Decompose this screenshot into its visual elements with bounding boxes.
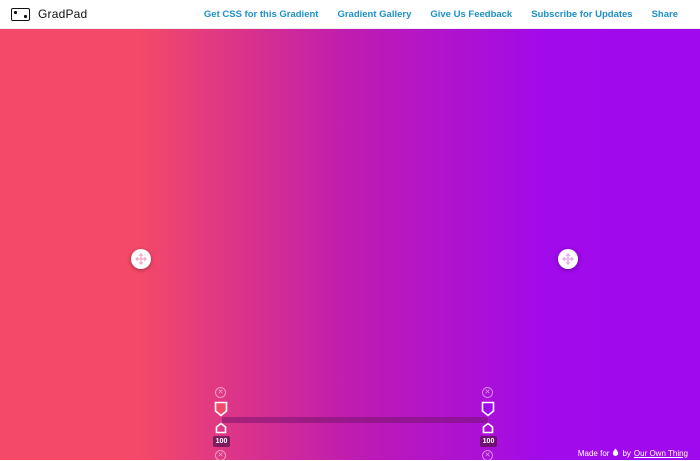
logo-icon — [11, 7, 30, 21]
move-icon — [562, 253, 574, 265]
remove-stop-icon[interactable]: ✕ — [482, 387, 493, 398]
gradient-end-handle[interactable] — [558, 249, 578, 269]
color-stop-track[interactable] — [222, 417, 488, 423]
stop-value[interactable]: 100 — [213, 436, 230, 447]
stop-value[interactable]: 100 — [480, 436, 497, 447]
gradient-canvas — [0, 29, 700, 460]
opacity-stop-marker[interactable] — [482, 422, 494, 434]
by-text: by — [622, 448, 631, 458]
top-bar: GradPad Get CSS for this Gradient Gradie… — [0, 0, 700, 29]
move-icon — [135, 253, 147, 265]
opacity-stop-marker[interactable] — [215, 422, 227, 434]
drop-icon — [612, 448, 619, 458]
subscribe-link[interactable]: Subscribe for Updates — [531, 9, 632, 20]
share-link[interactable]: Share — [652, 9, 678, 20]
app-name: GradPad — [38, 7, 88, 21]
remove-stop-icon[interactable]: ✕ — [215, 450, 226, 461]
our-own-thing-link[interactable]: Our Own Thing — [634, 449, 688, 458]
gradient-start-handle[interactable] — [131, 249, 151, 269]
feedback-link[interactable]: Give Us Feedback — [430, 9, 512, 20]
remove-stop-icon[interactable]: ✕ — [215, 387, 226, 398]
footer-credit: Made for by Our Own Thing — [578, 448, 688, 458]
color-stop-marker[interactable] — [481, 401, 495, 417]
get-css-link[interactable]: Get CSS for this Gradient — [204, 9, 319, 20]
remove-stop-icon[interactable]: ✕ — [482, 450, 493, 461]
main-nav: Get CSS for this Gradient Gradient Galle… — [204, 0, 700, 29]
logo[interactable]: GradPad — [11, 7, 87, 21]
color-stop-marker[interactable] — [214, 401, 228, 417]
made-for-text: Made for — [577, 448, 610, 458]
gradient-gallery-link[interactable]: Gradient Gallery — [337, 9, 411, 20]
